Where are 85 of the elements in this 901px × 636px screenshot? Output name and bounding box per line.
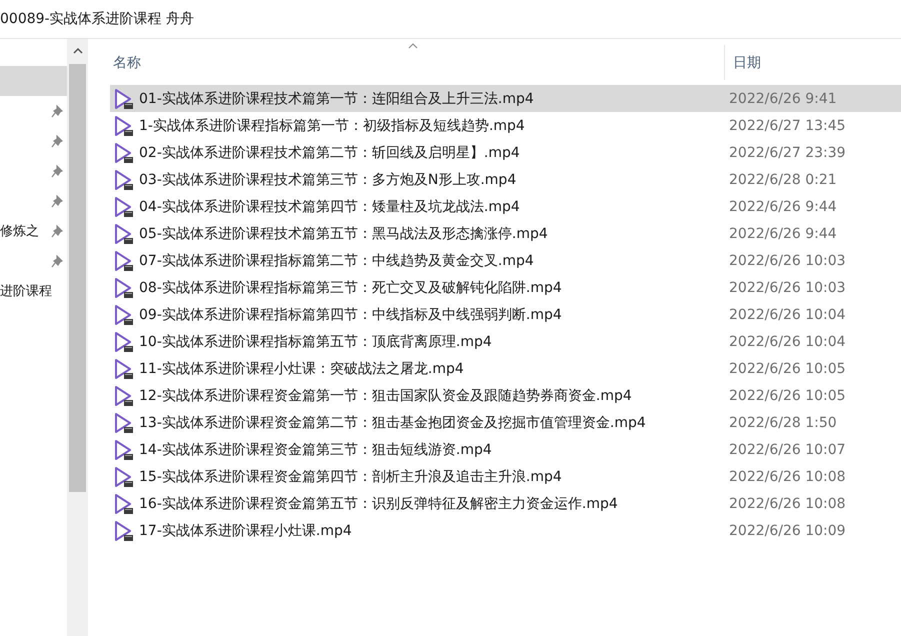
file-name: 03-实战体系进阶课程技术篇第三节：多方炮及N形上攻.mp4 (139, 170, 518, 188)
file-row[interactable]: 07-实战体系进阶课程指标篇第二节：中线趋势及黄金交叉.mp4 2022/6/26 10:03 (110, 247, 901, 274)
file-row[interactable]: 15-实战体系进阶课程资金篇第四节：剖析主升浪及追击主升浪.mp4 2022/6/26 10:08 (110, 463, 901, 490)
sidebar-label: 修炼之 (0, 223, 39, 240)
file-date: 2022/6/26 10:08 (729, 468, 846, 484)
file-row[interactable]: 01-实战体系进阶课程技术篇第一节：连阳组合及上升三法.mp4 2022/6/26 9:41 (110, 85, 901, 112)
file-date: 2022/6/26 10:04 (729, 334, 846, 350)
pin-icon[interactable] (51, 164, 63, 178)
video-file-icon (114, 276, 134, 298)
file-row[interactable]: 11-实战体系进阶课程小灶课：突破战法之屠龙.mp4 2022/6/26 10:05 (110, 355, 901, 382)
video-file-icon (114, 222, 134, 244)
file-name: 05-实战体系进阶课程技术篇第五节：黑马战法及形态擒涨停.mp4 (139, 224, 549, 242)
sidebar-item[interactable]: 修炼之 (0, 216, 67, 246)
scroll-up-icon[interactable] (72, 47, 82, 54)
file-row[interactable]: 05-实战体系进阶课程技术篇第五节：黑马战法及形态擒涨停.mp4 2022/6/26 9:44 (110, 220, 901, 247)
column-header[interactable]: 名称 (110, 45, 725, 80)
file-date: 2022/6/26 9:41 (729, 90, 837, 106)
file-row[interactable]: 08-实战体系进阶课程指标篇第三节：死亡交叉及破解钝化陷阱.mp4 2022/6/26 10:03 (110, 274, 901, 301)
column-header[interactable]: 日期 (725, 45, 901, 80)
file-date: 2022/6/26 10:08 (729, 496, 846, 512)
file-date: 2022/6/26 10:07 (729, 442, 846, 458)
video-file-icon (114, 88, 134, 110)
file-row[interactable]: 09-实战体系进阶课程指标篇第四节：中线指标及中线强弱判断.mp4 2022/6/26 10:04 (110, 301, 901, 328)
file-name: 08-实战体系进阶课程指标篇第三节：死亡交叉及破解钝化陷阱.mp4 (139, 278, 563, 296)
sidebar-label: 进阶课程 (0, 283, 52, 300)
file-name: 07-实战体系进阶课程指标篇第二节：中线趋势及黄金交叉.mp4 (139, 252, 535, 270)
video-file-icon (114, 466, 134, 488)
file-name: 12-实战体系进阶课程资金篇第一节：狙击国家队资金及跟随趋势券商资金.mp4 (139, 386, 633, 404)
pin-icon[interactable] (51, 104, 63, 118)
file-date: 2022/6/28 0:21 (729, 172, 837, 188)
file-row[interactable]: 04-实战体系进阶课程技术篇第四节：矮量柱及坑龙战法.mp4 2022/6/26 9:44 (110, 193, 901, 220)
video-file-icon (114, 412, 134, 434)
file-date: 2022/6/26 10:03 (729, 280, 846, 296)
video-file-icon (114, 114, 134, 136)
file-name: 1-实战体系进阶课程指标篇第一节：初级指标及短线趋势.mp4 (139, 116, 526, 134)
file-date: 2022/6/26 9:44 (729, 226, 837, 242)
file-date: 2022/6/28 1:50 (729, 414, 837, 430)
pin-icon[interactable] (51, 254, 63, 268)
file-name: 04-实战体系进阶课程技术篇第四节：矮量柱及坑龙战法.mp4 (139, 198, 521, 216)
file-row[interactable]: 13-实战体系进阶课程资金篇第二节：狙击基金抱团资金及挖掘市值管理资金.mp4 2022/6/28 1:50 (110, 409, 901, 436)
scroll-thumb[interactable] (69, 64, 86, 492)
file-row[interactable]: 03-实战体系进阶课程技术篇第三节：多方炮及N形上攻.mp4 2022/6/28 0:21 (110, 166, 901, 193)
video-file-icon (114, 168, 134, 190)
pin-icon[interactable] (51, 194, 63, 208)
file-name: 02-实战体系进阶课程技术篇第二节：斩回线及启明星】.mp4 (139, 144, 521, 162)
file-name: 09-实战体系进阶课程指标篇第四节：中线指标及中线强弱判断.mp4 (139, 306, 563, 324)
file-date: 2022/6/27 13:45 (729, 118, 846, 134)
video-file-icon (114, 304, 134, 326)
video-file-icon (114, 250, 134, 272)
video-file-icon (114, 438, 134, 460)
file-date: 2022/6/26 10:05 (729, 360, 846, 376)
file-row[interactable]: 14-实战体系进阶课程资金篇第三节：狙击短线游资.mp4 2022/6/26 10:07 (110, 436, 901, 463)
file-name: 01-实战体系进阶课程技术篇第一节：连阳组合及上升三法.mp4 (139, 90, 535, 108)
video-file-icon (114, 358, 134, 380)
file-row[interactable]: 1-实战体系进阶课程指标篇第一节：初级指标及短线趋势.mp4 2022/6/27 13:45 (110, 112, 901, 139)
file-date: 2022/6/26 10:05 (729, 388, 846, 404)
file-row[interactable]: 12-实战体系进阶课程资金篇第一节：狙击国家队资金及跟随趋势券商资金.mp4 2022/6/26 10:05 (110, 382, 901, 409)
file-name: 13-实战体系进阶课程资金篇第二节：狙击基金抱团资金及挖掘市值管理资金.mp4 (139, 414, 647, 432)
video-file-icon (114, 384, 134, 406)
file-name: 16-实战体系进阶课程资金篇第五节：识别反弹特征及解密主力资金运作.mp4 (139, 494, 619, 512)
file-date: 2022/6/26 10:03 (729, 252, 846, 268)
sort-caret-icon (408, 43, 418, 49)
file-date: 2022/6/26 10:04 (729, 306, 846, 322)
file-row[interactable]: 16-实战体系进阶课程资金篇第五节：识别反弹特征及解密主力资金运作.mp4 2022/6/26 10:08 (110, 490, 901, 517)
scrollbar[interactable] (67, 39, 88, 636)
file-name: 17-实战体系进阶课程小灶课.mp4 (139, 522, 353, 540)
video-file-icon (114, 520, 134, 542)
file-name: 10-实战体系进阶课程指标篇第五节：顶底背离原理.mp4 (139, 332, 493, 350)
file-name: 14-实战体系进阶课程资金篇第三节：狙击短线游资.mp4 (139, 440, 493, 458)
pin-icon[interactable] (51, 224, 63, 238)
file-name: 11-实战体系进阶课程小灶课：突破战法之屠龙.mp4 (139, 360, 465, 378)
video-file-icon (114, 142, 134, 164)
window-title: 00089-实战体系进阶课程 舟舟 (0, 10, 194, 28)
sidebar-item[interactable]: 进阶课程 (0, 276, 67, 306)
file-row[interactable]: 17-实战体系进阶课程小灶课.mp4 2022/6/26 10:09 (110, 517, 901, 544)
pin-icon[interactable] (51, 134, 63, 148)
file-date: 2022/6/26 9:44 (729, 198, 837, 214)
file-row[interactable]: 10-实战体系进阶课程指标篇第五节：顶底背离原理.mp4 2022/6/26 10:04 (110, 328, 901, 355)
file-date: 2022/6/27 23:39 (729, 144, 846, 160)
file-row[interactable]: 02-实战体系进阶课程技术篇第二节：斩回线及启明星】.mp4 2022/6/27 23:39 (110, 139, 901, 166)
video-file-icon (114, 330, 134, 352)
video-file-icon (114, 492, 134, 514)
file-name: 15-实战体系进阶课程资金篇第四节：剖析主升浪及追击主升浪.mp4 (139, 468, 563, 486)
video-file-icon (114, 196, 134, 218)
file-date: 2022/6/26 10:09 (729, 522, 846, 538)
